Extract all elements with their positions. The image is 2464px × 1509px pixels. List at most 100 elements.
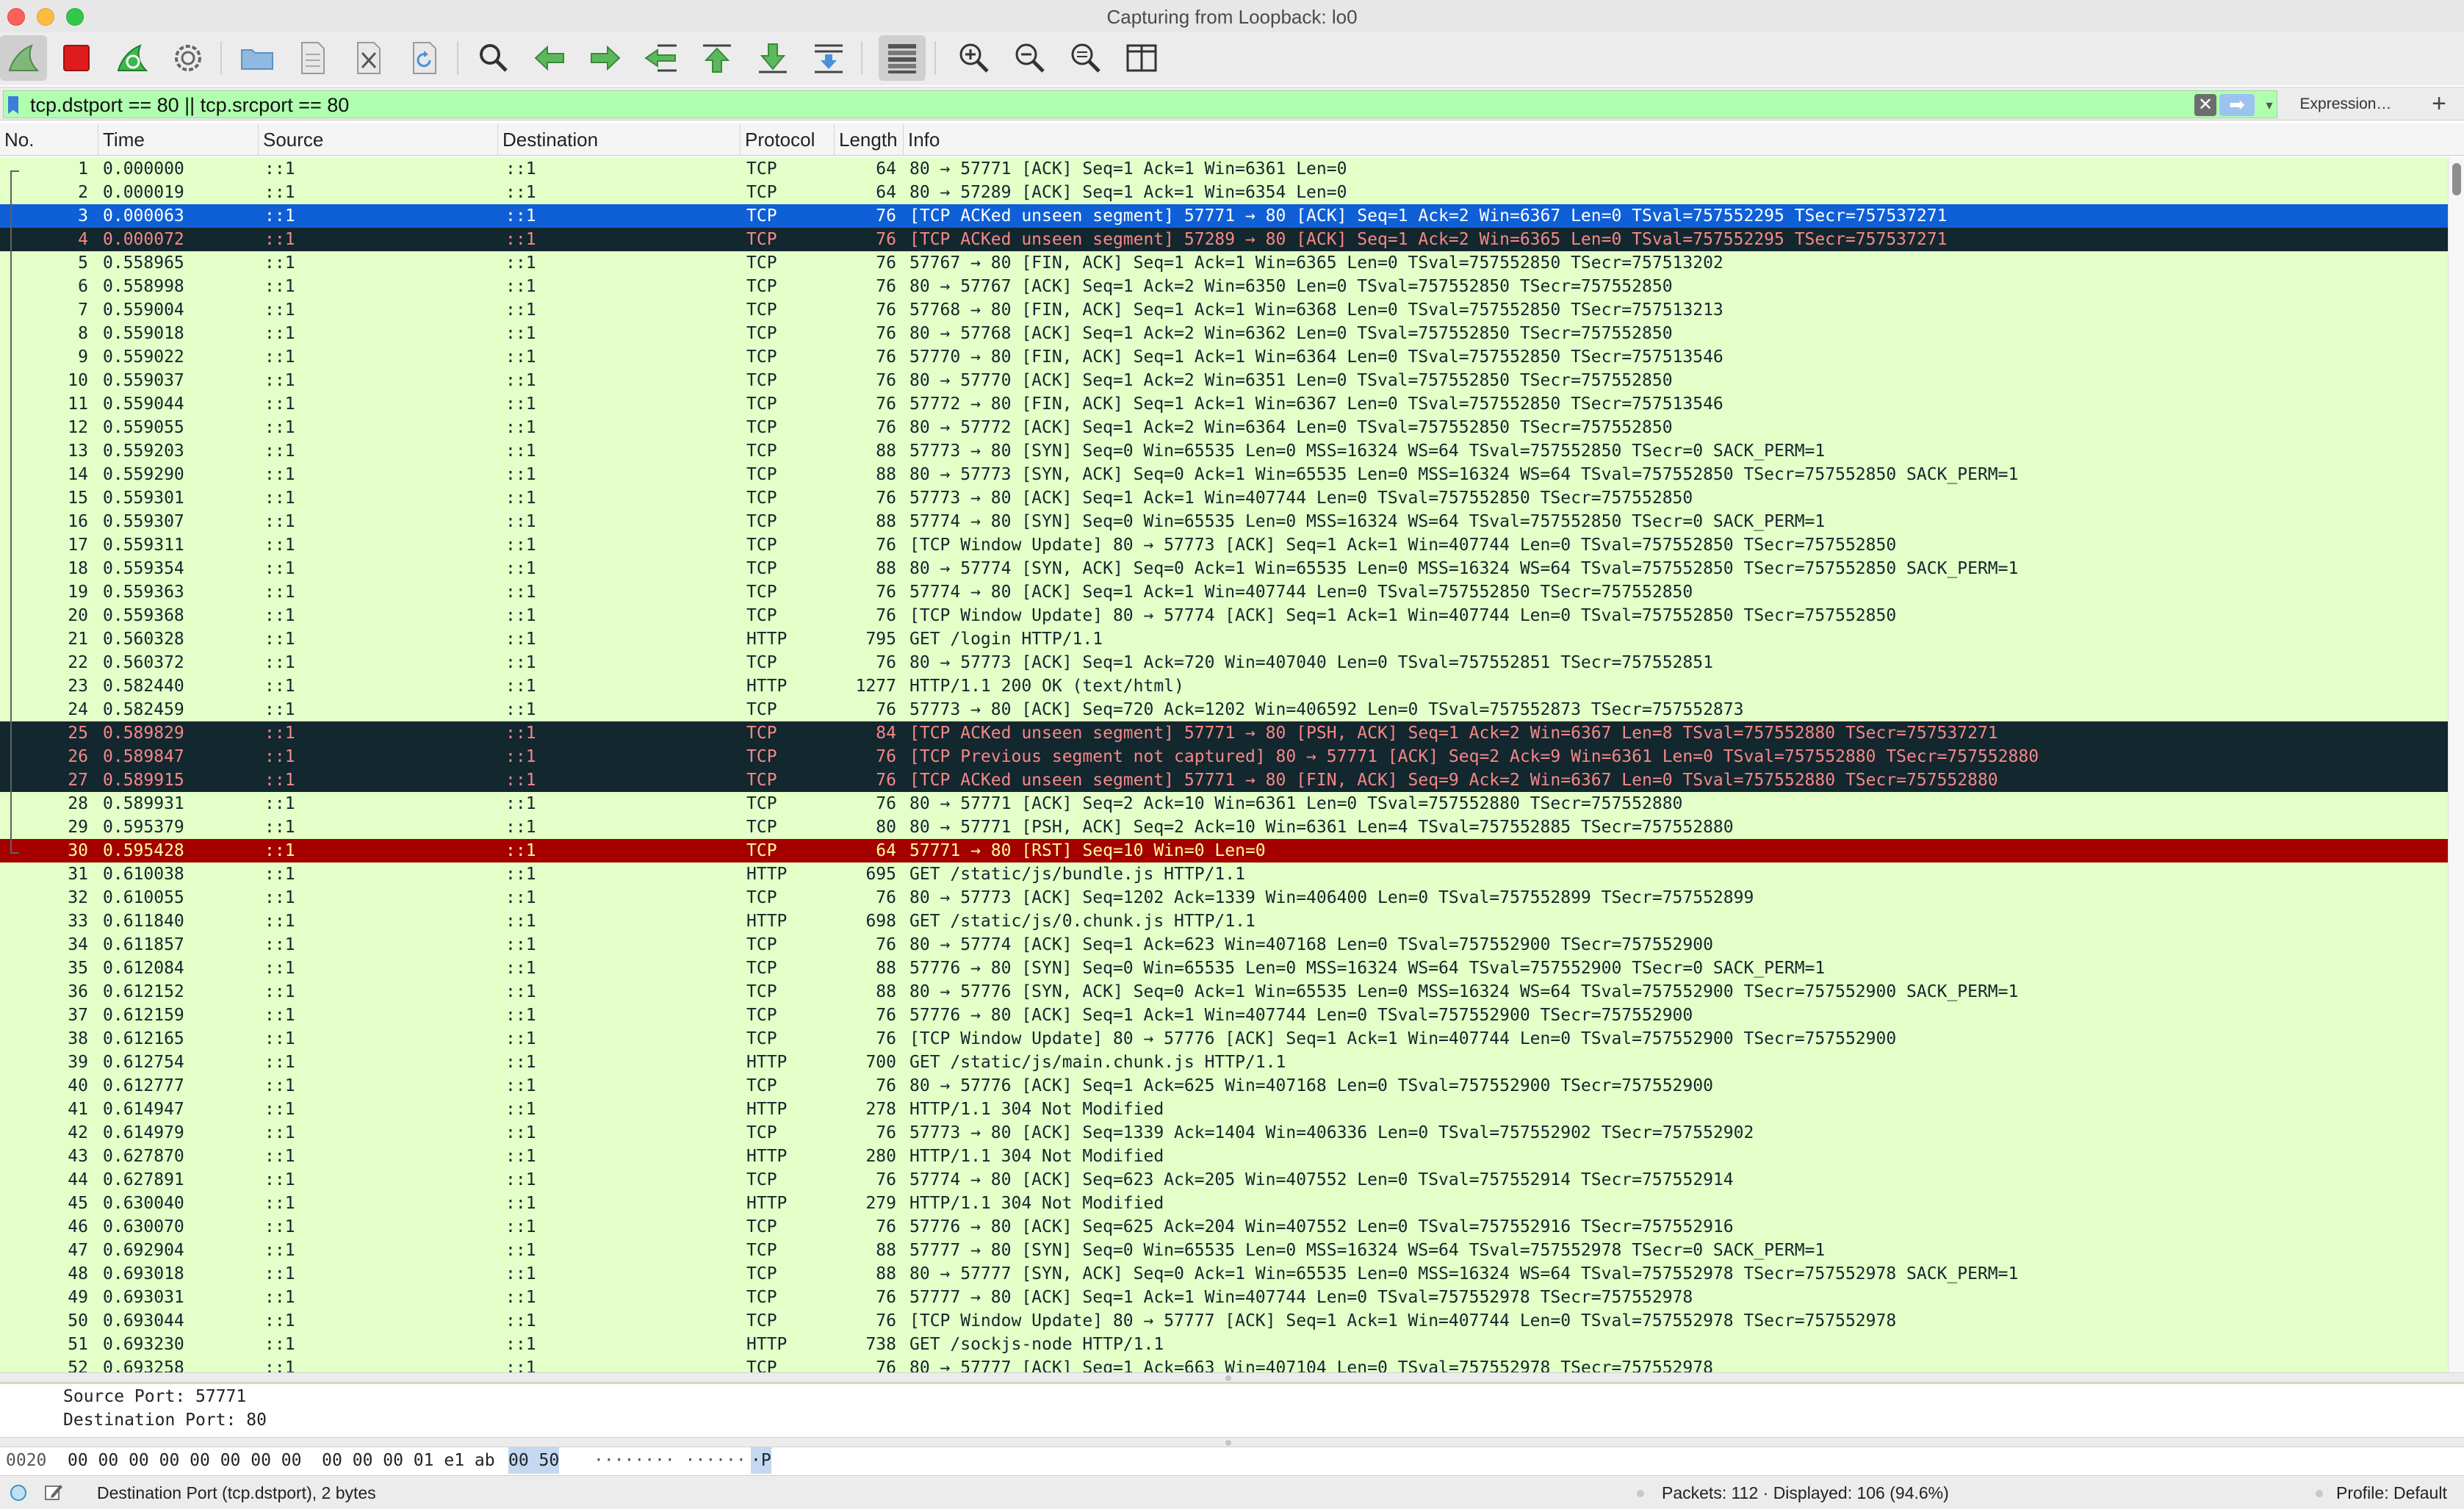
save-file-button[interactable] [289, 35, 336, 81]
column-header-info[interactable]: Info [904, 123, 2464, 156]
display-filter-input[interactable]: tcp.dstport == 80 || tcp.srcport == 80 ✕… [3, 90, 2277, 118]
packet-row[interactable]: 7 0.559004::1::1 TCP 76 57768 → 80 [FIN, ACK… [0, 298, 2448, 322]
packet-row[interactable]: 17 0.559311::1::1 TCP 76 [TCP Window Update]… [0, 533, 2448, 557]
packet-list-scrollbar[interactable] [2448, 157, 2464, 1372]
start-capture-button[interactable] [0, 35, 47, 81]
scrollbar-thumb[interactable] [2452, 163, 2461, 195]
packet-row[interactable]: 50 0.693044::1::1 TCP 76 [TCP Window Update]… [0, 1309, 2448, 1333]
packet-row[interactable]: 52 0.693258::1::1 TCP 76 80 → 57777 [ACK] Se… [0, 1356, 2448, 1372]
packet-row[interactable]: 22 0.560372::1::1 TCP 76 80 → 57773 [ACK] Se… [0, 651, 2448, 674]
packet-row[interactable]: 49 0.693031::1::1 TCP 76 57777 → 80 [ACK] Se… [0, 1286, 2448, 1309]
packet-row[interactable]: 12 0.559055::1::1 TCP 76 80 → 57772 [ACK] Se… [0, 416, 2448, 439]
expert-info-icon[interactable] [10, 1485, 26, 1501]
detail-destination-port[interactable]: Destination Port: 80 [63, 1411, 267, 1430]
packet-row[interactable]: 34 0.611857::1::1 TCP 76 80 → 57774 [ACK] Se… [0, 933, 2448, 957]
bookmark-icon[interactable] [8, 96, 18, 114]
packet-row[interactable]: 13 0.559203::1::1 TCP 88 57773 → 80 [SYN] Se… [0, 439, 2448, 463]
packet-row[interactable]: 51 0.693230::1::1 HTTP 738 GET /sockjs-node … [0, 1333, 2448, 1356]
packet-row[interactable]: 26 0.589847::1::1 TCP 76 [TCP Previous segme… [0, 745, 2448, 768]
packet-row[interactable]: 43 0.627870::1::1 HTTP 280 HTTP/1.1 304 Not … [0, 1145, 2448, 1168]
stop-capture-button[interactable] [53, 35, 100, 81]
zoom-out-button[interactable] [1006, 35, 1053, 81]
colorize-button[interactable] [879, 35, 926, 81]
restart-capture-button[interactable] [109, 35, 156, 81]
pane-splitter-top[interactable] [0, 1372, 2464, 1383]
go-forward-button[interactable] [582, 35, 629, 81]
packet-row[interactable]: 20 0.559368::1::1 TCP 76 [TCP Window Update]… [0, 604, 2448, 627]
auto-scroll-button[interactable] [805, 35, 852, 81]
detail-source-port[interactable]: Source Port: 57771 [63, 1387, 246, 1406]
packet-row[interactable]: 11 0.559044::1::1 TCP 76 57772 → 80 [FIN, AC… [0, 392, 2448, 416]
packet-row[interactable]: 14 0.559290::1::1 TCP 88 80 → 57773 [SYN, AC… [0, 463, 2448, 486]
column-header-time[interactable]: Time [98, 123, 259, 156]
go-back-button[interactable] [526, 35, 573, 81]
reload-file-button[interactable] [401, 35, 448, 81]
capture-options-button[interactable] [165, 35, 212, 81]
packet-row[interactable]: 33 0.611840::1::1 HTTP 698 GET /static/js/0.… [0, 910, 2448, 933]
packet-row[interactable]: 48 0.693018::1::1 TCP 88 80 → 57777 [SYN, AC… [0, 1262, 2448, 1286]
go-to-packet-button[interactable] [638, 35, 685, 81]
bytes-ascii[interactable]: ········ ······ [594, 1447, 746, 1474]
packet-row[interactable]: 25 0.589829::1::1 TCP 84 [TCP ACKed unseen s… [0, 721, 2448, 745]
packet-row[interactable]: 2 0.000019::1::1 TCP 64 80 → 57289 [ACK] Seq… [0, 181, 2448, 204]
packet-details-pane[interactable]: Source Port: 57771 Destination Port: 80 [0, 1383, 2464, 1437]
add-filter-button[interactable]: + [2424, 89, 2454, 118]
column-header-protocol[interactable]: Protocol [741, 123, 835, 156]
first-packet-button[interactable] [694, 35, 741, 81]
edit-comment-icon[interactable] [44, 1483, 63, 1501]
packet-row[interactable]: 46 0.630070::1::1 TCP 76 57776 → 80 [ACK] Se… [0, 1215, 2448, 1239]
packet-row[interactable]: 27 0.589915::1::1 TCP 76 [TCP ACKed unseen s… [0, 768, 2448, 792]
packet-row[interactable]: 41 0.614947::1::1 HTTP 278 HTTP/1.1 304 Not … [0, 1098, 2448, 1121]
packet-row[interactable]: 10 0.559037::1::1 TCP 76 80 → 57770 [ACK] Se… [0, 369, 2448, 392]
packet-row[interactable]: 29 0.595379::1::1 TCP 80 80 → 57771 [PSH, AC… [0, 815, 2448, 839]
packet-row[interactable]: 37 0.612159::1::1 TCP 76 57776 → 80 [ACK] Se… [0, 1004, 2448, 1027]
bytes-ascii-highlight[interactable]: ·P [751, 1447, 771, 1474]
clear-filter-button[interactable]: ✕ [2194, 94, 2216, 116]
last-packet-button[interactable] [749, 35, 796, 81]
column-header-destination[interactable]: Destination [498, 123, 741, 156]
packet-row[interactable]: 19 0.559363::1::1 TCP 76 57774 → 80 [ACK] Se… [0, 580, 2448, 604]
packet-row[interactable]: 9 0.559022::1::1 TCP 76 57770 → 80 [FIN, ACK… [0, 345, 2448, 369]
packet-row[interactable]: 44 0.627891::1::1 TCP 76 57774 → 80 [ACK] Se… [0, 1168, 2448, 1192]
normal-size-button[interactable] [1062, 35, 1109, 81]
pane-splitter-bottom[interactable] [0, 1437, 2464, 1447]
packet-list[interactable]: 1 0.000000::1::1 TCP 64 80 → 57771 [ACK] Seq… [0, 157, 2448, 1372]
apply-filter-button[interactable]: ➡ [2219, 94, 2255, 116]
packet-row[interactable]: 15 0.559301::1::1 TCP 76 57773 → 80 [ACK] Se… [0, 486, 2448, 510]
packet-row[interactable]: 36 0.612152::1::1 TCP 88 80 → 57776 [SYN, AC… [0, 980, 2448, 1004]
display-filter-text[interactable]: tcp.dstport == 80 || tcp.srcport == 80 [30, 94, 349, 117]
packet-row[interactable]: 24 0.582459::1::1 TCP 76 57773 → 80 [ACK] Se… [0, 698, 2448, 721]
profile-indicator[interactable]: Profile: Default [2336, 1476, 2447, 1509]
close-file-button[interactable] [345, 35, 392, 81]
packet-row[interactable]: 40 0.612777::1::1 TCP 76 80 → 57776 [ACK] Se… [0, 1074, 2448, 1098]
packet-row[interactable]: 5 0.558965::1::1 TCP 76 57767 → 80 [FIN, ACK… [0, 251, 2448, 275]
packet-row[interactable]: 42 0.614979::1::1 TCP 76 57773 → 80 [ACK] Se… [0, 1121, 2448, 1145]
packet-row[interactable]: 6 0.558998::1::1 TCP 76 80 → 57767 [ACK] Seq… [0, 275, 2448, 298]
packet-row[interactable]: 4 0.000072::1::1 TCP 76 [TCP ACKed unseen se… [0, 228, 2448, 251]
find-packet-button[interactable] [470, 35, 517, 81]
packet-row[interactable]: 1 0.000000::1::1 TCP 64 80 → 57771 [ACK] Seq… [0, 157, 2448, 181]
packet-row[interactable]: 28 0.589931::1::1 TCP 76 80 → 57771 [ACK] Se… [0, 792, 2448, 815]
packet-row[interactable]: 18 0.559354::1::1 TCP 88 80 → 57774 [SYN, AC… [0, 557, 2448, 580]
packet-row[interactable]: 23 0.582440::1::1 HTTP 1277 HTTP/1.1 200 OK … [0, 674, 2448, 698]
packet-row[interactable]: 45 0.630040::1::1 HTTP 279 HTTP/1.1 304 Not … [0, 1192, 2448, 1215]
column-header-source[interactable]: Source [259, 123, 498, 156]
packet-row[interactable]: 47 0.692904::1::1 TCP 88 57777 → 80 [SYN] Se… [0, 1239, 2448, 1262]
packet-row[interactable]: 31 0.610038::1::1 HTTP 695 GET /static/js/bu… [0, 862, 2448, 886]
filter-history-dropdown[interactable]: ▾ [2262, 94, 2277, 116]
column-header-no[interactable]: No. [0, 123, 98, 156]
resize-columns-button[interactable] [1118, 35, 1165, 81]
packet-row[interactable]: 35 0.612084::1::1 TCP 88 57776 → 80 [SYN] Se… [0, 957, 2448, 980]
packet-row[interactable]: 32 0.610055::1::1 TCP 76 80 → 57773 [ACK] Se… [0, 886, 2448, 910]
packet-row[interactable]: 39 0.612754::1::1 HTTP 700 GET /static/js/ma… [0, 1051, 2448, 1074]
bytes-hex-highlight[interactable]: 00 50 [508, 1447, 560, 1474]
column-header-length[interactable]: Length [835, 123, 904, 156]
packet-row[interactable]: 21 0.560328::1::1 HTTP 795 GET /login HTTP/1… [0, 627, 2448, 651]
packet-bytes-pane[interactable]: 0020 00 00 00 00 00 00 00 00 00 00 00 01… [0, 1447, 2464, 1474]
packet-row[interactable]: 38 0.612165::1::1 TCP 76 [TCP Window Update]… [0, 1027, 2448, 1051]
expression-button[interactable]: Expression… [2291, 92, 2401, 117]
bytes-hex[interactable]: 00 00 00 00 00 00 00 00 00 00 00 01 e1 a… [68, 1447, 495, 1474]
packet-row[interactable]: 16 0.559307::1::1 TCP 88 57774 → 80 [SYN] Se… [0, 510, 2448, 533]
packet-row[interactable]: 3 0.000063::1::1 TCP 76 [TCP ACKed unseen se… [0, 204, 2448, 228]
zoom-in-button[interactable] [951, 35, 998, 81]
